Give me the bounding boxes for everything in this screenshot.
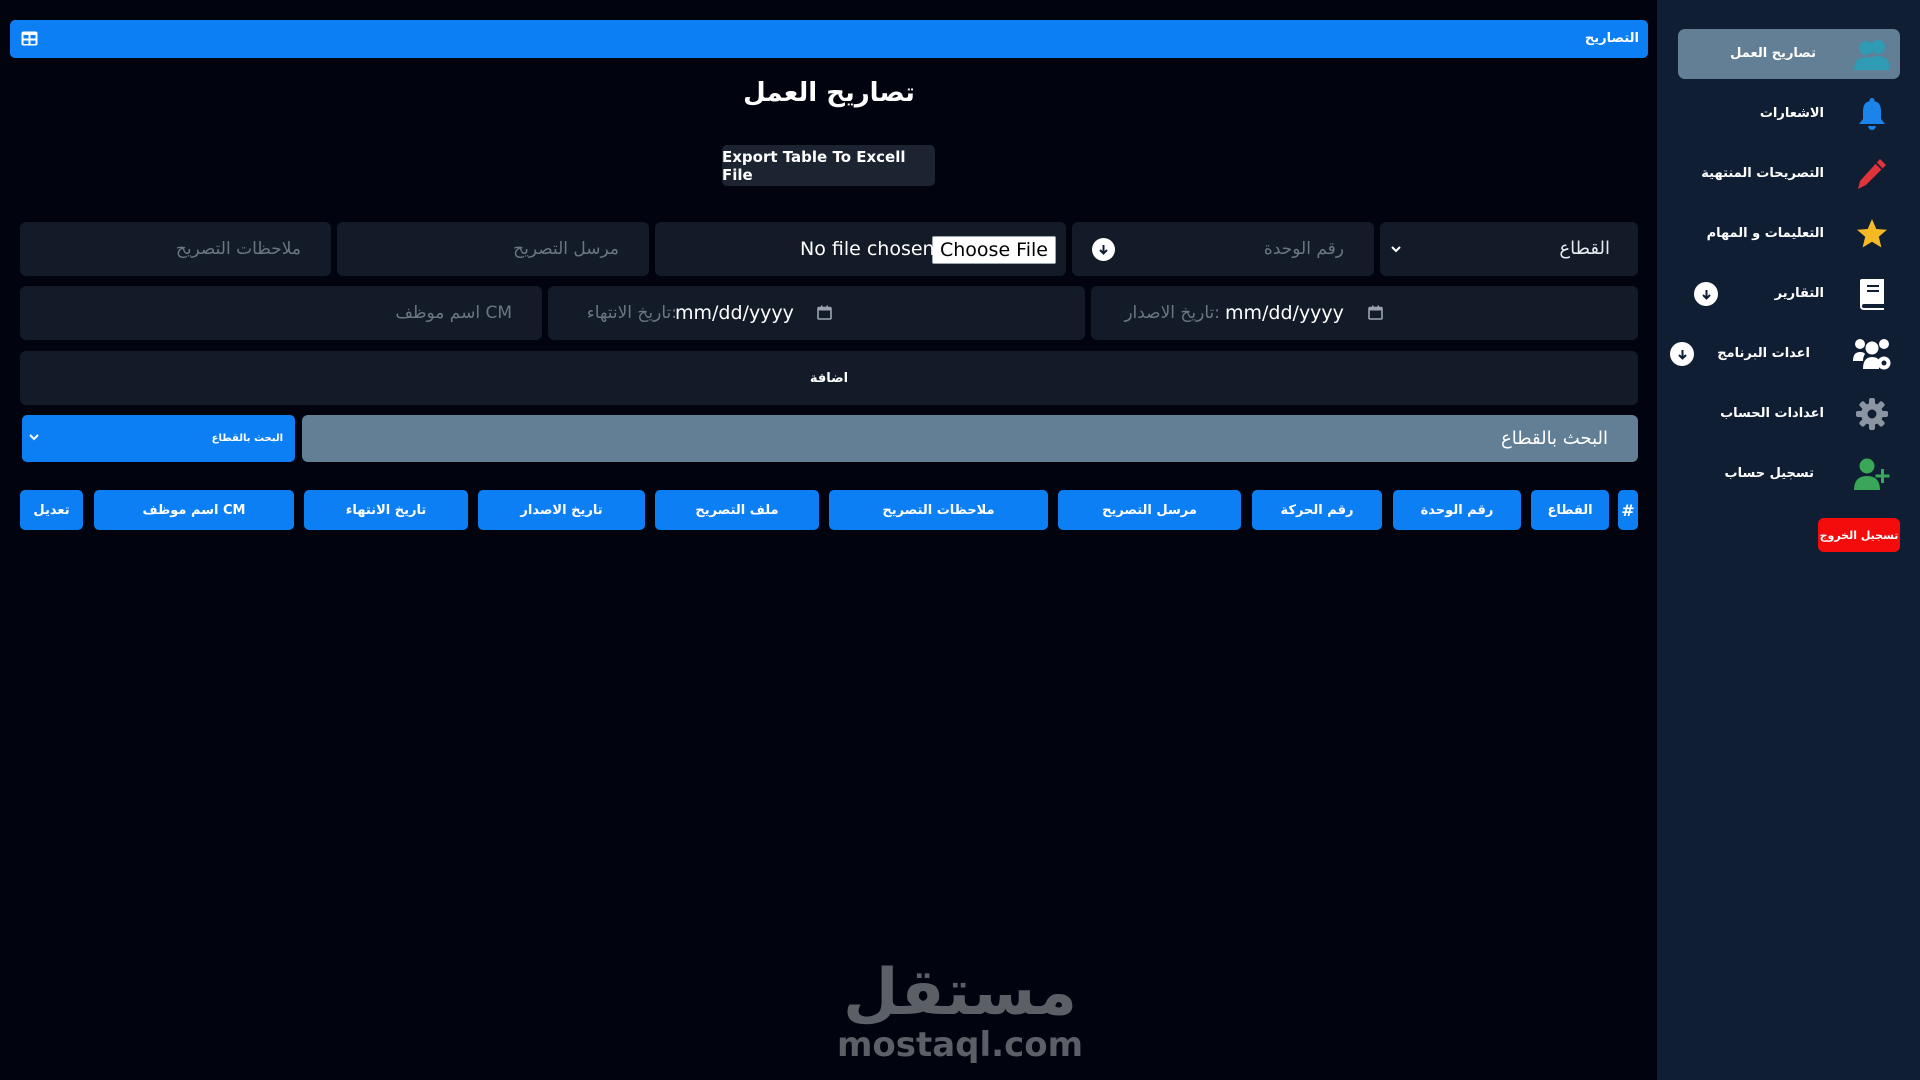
issue-date-label: تاريخ الاصدار:: [1124, 303, 1220, 323]
sidebar-item-account-settings[interactable]: اعدادات الحساب: [1678, 389, 1900, 439]
column-header-permit-notes[interactable]: ملاحظات التصريح: [829, 490, 1048, 530]
book-icon: [1852, 277, 1892, 311]
issue-date-input[interactable]: تاريخ الاصدار: mm/dd/yyyy: [1091, 286, 1638, 340]
sidebar-item-label: التقارير: [1774, 286, 1824, 301]
column-header-index[interactable]: #: [1618, 490, 1638, 530]
sector-select[interactable]: القطاع: [1380, 222, 1638, 276]
unit-number-placeholder: رقم الوحدة: [1263, 239, 1344, 259]
sidebar-item-label: اعدادات الحساب: [1720, 406, 1824, 421]
column-header-cm-employee[interactable]: اسم موظف CM: [94, 490, 294, 530]
users-gear-icon: [1852, 337, 1892, 371]
add-button[interactable]: اضافة: [20, 351, 1638, 405]
export-excel-button[interactable]: Export Table To Excell File: [722, 145, 935, 186]
sidebar: تصاريح العمل الاشعارات التصريحات المنتهي…: [1657, 0, 1920, 1080]
sector-select-value: القطاع: [1559, 238, 1610, 259]
sector-search-input[interactable]: البحث بالقطاع: [302, 415, 1638, 462]
sidebar-item-work-permits[interactable]: تصاريح العمل: [1678, 29, 1900, 79]
users-icon: [1852, 37, 1892, 71]
sidebar-item-reports[interactable]: التقارير: [1678, 269, 1900, 319]
sidebar-item-instructions-tasks[interactable]: التعليمات و المهام: [1678, 209, 1900, 259]
column-header-permit-file[interactable]: ملف التصريح: [655, 490, 819, 530]
column-header-permit-sender[interactable]: مرسل التصريح: [1058, 490, 1241, 530]
arrow-down-circle-icon[interactable]: [1694, 282, 1718, 306]
calendar-icon[interactable]: [1368, 305, 1383, 320]
sidebar-item-label: التعليمات و المهام: [1706, 226, 1824, 241]
end-date-label: تاريخ الانتهاء:: [586, 303, 677, 323]
unit-number-input[interactable]: رقم الوحدة: [1072, 222, 1374, 276]
sidebar-item-register-account[interactable]: تسجيل حساب: [1678, 449, 1900, 499]
issue-date-value: mm/dd/yyyy: [1225, 302, 1344, 324]
permit-file-input[interactable]: Choose File No file chosen: [655, 222, 1066, 276]
arrow-down-circle-icon[interactable]: [1670, 342, 1694, 366]
chevron-down-icon: [29, 434, 39, 441]
watermark-logo: مستقل mostaql.com: [830, 958, 1090, 1062]
column-header-end-date[interactable]: تاريخ الانتهاء: [304, 490, 468, 530]
cm-employee-placeholder: اسم موظف CM: [395, 303, 512, 323]
choose-file-button[interactable]: Choose File: [932, 236, 1056, 264]
logout-button[interactable]: تسجيل الخروج: [1818, 518, 1900, 552]
sidebar-item-program-settings[interactable]: اعدات البرنامج: [1670, 329, 1900, 379]
sector-search-select[interactable]: البحث بالقطاع: [22, 415, 295, 462]
watermark-latin: mostaql.com: [836, 1025, 1084, 1065]
column-header-issue-date[interactable]: تاريخ الاصدار: [478, 490, 645, 530]
page-title: تصاريح العمل: [743, 78, 915, 108]
column-header-sector[interactable]: القطاع: [1531, 490, 1609, 530]
watermark-arabic: مستقل: [842, 956, 1078, 1030]
permit-sender-input[interactable]: مرسل التصريح: [337, 222, 649, 276]
column-header-unit-number[interactable]: رقم الوحدة: [1393, 490, 1521, 530]
column-header-movement-number[interactable]: رقم الحركة: [1252, 490, 1382, 530]
sidebar-item-expired-permits[interactable]: التصريحات المنتهية: [1678, 149, 1900, 199]
table-icon[interactable]: [21, 31, 38, 46]
chevron-down-icon: [1391, 246, 1401, 253]
sidebar-item-label: التصريحات المنتهية: [1701, 166, 1824, 181]
column-header-edit[interactable]: تعديل: [20, 490, 83, 530]
sidebar-item-label: اعدات البرنامج: [1717, 346, 1810, 361]
file-status-text: No file chosen: [800, 238, 935, 260]
sector-search-select-label: البحث بالقطاع: [211, 433, 283, 444]
page-header-bar: التصاريح: [10, 20, 1648, 58]
permit-notes-placeholder: ملاحظات التصريح: [175, 239, 301, 259]
gear-icon: [1852, 397, 1892, 431]
calendar-icon[interactable]: [817, 305, 832, 320]
end-date-input[interactable]: تاريخ الانتهاء: mm/dd/yyyy: [548, 286, 1085, 340]
cm-employee-input[interactable]: اسم موظف CM: [20, 286, 542, 340]
sidebar-item-label: تصاريح العمل: [1730, 46, 1816, 61]
sidebar-item-label: الاشعارات: [1759, 106, 1824, 121]
header-title: التصاريح: [1584, 31, 1639, 46]
sidebar-item-notifications[interactable]: الاشعارات: [1678, 89, 1900, 139]
sector-search-placeholder: البحث بالقطاع: [1500, 428, 1608, 449]
permit-sender-placeholder: مرسل التصريح: [513, 239, 619, 259]
bell-icon: [1852, 97, 1892, 131]
end-date-value: mm/dd/yyyy: [675, 302, 794, 324]
user-plus-icon: [1852, 457, 1892, 491]
permit-notes-input[interactable]: ملاحظات التصريح: [20, 222, 331, 276]
star-icon: [1852, 217, 1892, 251]
pencil-icon: [1852, 157, 1892, 191]
arrow-down-circle-icon[interactable]: [1092, 238, 1115, 261]
sidebar-item-label: تسجيل حساب: [1724, 466, 1814, 481]
